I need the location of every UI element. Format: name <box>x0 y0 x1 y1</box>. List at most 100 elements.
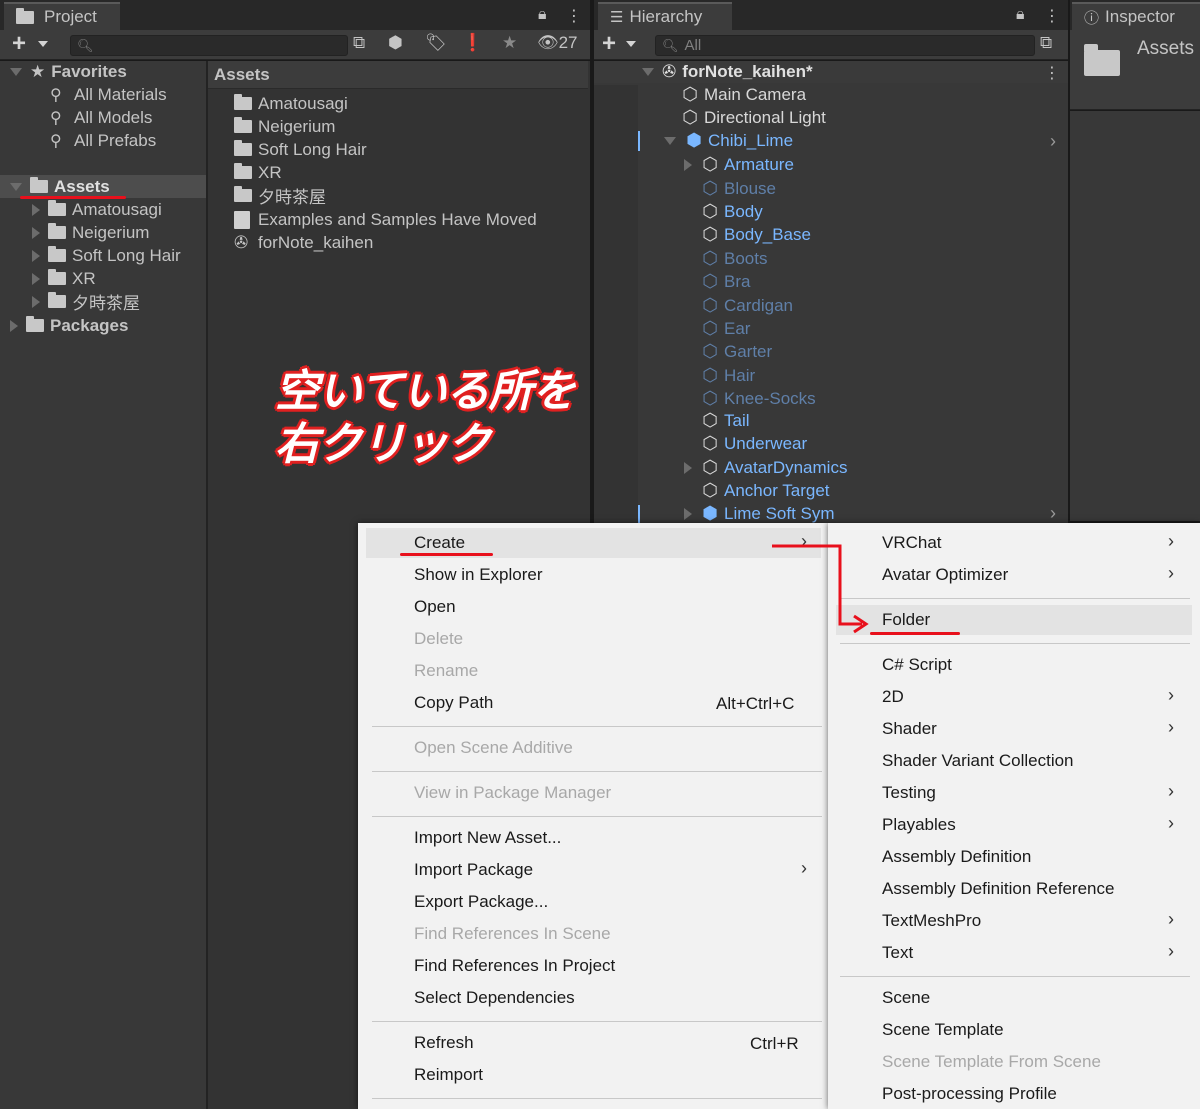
search-by-label-icon[interactable]: 🏷︎ <box>425 33 447 53</box>
menu-item-rename[interactable]: Rename <box>414 656 478 686</box>
tree-item-label: 夕時茶屋 <box>72 294 140 313</box>
scene-visibility-icon[interactable]: ⧉ <box>1040 33 1052 53</box>
hierarchy-item-cardigan[interactable]: ⬡ Cardigan <box>700 294 793 317</box>
favorite-star-icon[interactable]: ★ <box>502 33 517 53</box>
submenu-item-csharp-script[interactable]: C# Script <box>882 650 952 680</box>
kebab-menu-icon[interactable]: ⋮ <box>566 6 582 26</box>
submenu-item-testing[interactable]: Testing <box>882 778 936 808</box>
menu-item-reimport[interactable]: Reimport <box>414 1060 483 1090</box>
submenu-item-scene-template[interactable]: Scene Template <box>882 1015 1004 1045</box>
submenu-item-2d[interactable]: 2D <box>882 682 904 712</box>
tree-favorites[interactable]: ★ Favorites <box>10 60 127 83</box>
menu-item-view-in-package-manager[interactable]: View in Package Manager <box>414 778 611 808</box>
submenu-item-avatar-optimizer[interactable]: Avatar Optimizer <box>882 560 1008 590</box>
gameobject-cube-icon: ⬡ <box>682 84 698 104</box>
hierarchy-item-underwear[interactable]: ⬡ Underwear <box>700 432 807 455</box>
hierarchy-item-armature[interactable]: ⬡ Armature <box>684 153 794 176</box>
create-plus-icon[interactable]: + <box>602 30 616 58</box>
search-by-scene-icon[interactable]: ⧉ <box>353 33 365 53</box>
tree-item-yuutoki[interactable]: 夕時茶屋 <box>32 290 140 313</box>
tree-item-all-prefabs[interactable]: ⚲ All Prefabs <box>50 129 156 152</box>
submenu-item-shader-variant-collection[interactable]: Shader Variant Collection <box>882 746 1074 776</box>
tree-packages[interactable]: Packages <box>10 314 128 337</box>
hierarchy-item-tail[interactable]: ⬡ Tail <box>700 409 749 432</box>
asset-item[interactable]: Examples and Samples Have Moved <box>234 208 537 231</box>
submenu-item-folder[interactable]: Folder <box>836 605 1192 635</box>
hierarchy-search-input[interactable]: 🔍︎ All <box>655 35 1035 56</box>
hierarchy-item-hair[interactable]: ⬡ Hair <box>700 364 755 387</box>
menu-item-show-in-explorer[interactable]: Show in Explorer <box>414 560 543 590</box>
lock-icon[interactable]: 🔒︎ <box>1016 6 1025 24</box>
submenu-item-assembly-definition[interactable]: Assembly Definition <box>882 842 1031 872</box>
hierarchy-item-main-camera[interactable]: ⬡ Main Camera <box>680 83 806 106</box>
folder-large-icon <box>1084 50 1120 76</box>
asset-item[interactable]: XR <box>234 161 282 184</box>
asset-item[interactable]: Neigerium <box>234 115 335 138</box>
menu-item-export-package[interactable]: Export Package... <box>414 887 548 917</box>
hierarchy-item-knee-socks[interactable]: ⬡ Knee-Socks <box>700 387 816 410</box>
menu-item-find-references-in-scene[interactable]: Find References In Scene <box>414 919 611 949</box>
tree-item-xr[interactable]: XR <box>32 267 96 290</box>
selection-marker <box>638 131 640 151</box>
tab-project[interactable]: Project <box>4 2 120 30</box>
hierarchy-item-avatar-dynamics[interactable]: ⬡ AvatarDynamics <box>684 456 847 479</box>
hierarchy-item-body[interactable]: ⬡ Body <box>700 200 763 223</box>
folder-icon <box>234 186 252 202</box>
asset-item[interactable]: Soft Long Hair <box>234 138 367 161</box>
search-by-type-icon[interactable]: ⬢ <box>388 33 403 53</box>
menu-item-import-new-asset[interactable]: Import New Asset... <box>414 823 561 853</box>
submenu-item-textmeshpro[interactable]: TextMeshPro <box>882 906 981 936</box>
submenu-item-assembly-definition-reference[interactable]: Assembly Definition Reference <box>882 874 1114 904</box>
submenu-item-scene-template-from-scene[interactable]: Scene Template From Scene <box>882 1047 1101 1077</box>
hierarchy-item-blouse[interactable]: ⬡ Blouse <box>700 177 776 200</box>
kebab-menu-icon[interactable]: ⋮ <box>1044 6 1060 26</box>
tree-item-all-materials[interactable]: ⚲ All Materials <box>50 83 167 106</box>
menu-item-import-package[interactable]: Import Package <box>414 855 533 885</box>
submenu-item-playables[interactable]: Playables <box>882 810 956 840</box>
hierarchy-item-directional-light[interactable]: ⬡ Directional Light <box>680 106 826 129</box>
tree-item-soft-long-hair[interactable]: Soft Long Hair <box>32 244 181 267</box>
asset-item[interactable]: 夕時茶屋 <box>234 184 326 207</box>
chevron-down-icon[interactable] <box>38 41 48 47</box>
tree-assets[interactable]: Assets <box>10 175 110 198</box>
hierarchy-item-boots[interactable]: ⬡ Boots <box>700 247 767 270</box>
hierarchy-item-bra[interactable]: ⬡ Bra <box>700 270 750 293</box>
tab-hierarchy[interactable]: ☰ Hierarchy <box>598 2 732 30</box>
menu-item-copy-path[interactable]: Copy Path <box>414 688 493 718</box>
tree-item-amatousagi[interactable]: Amatousagi <box>32 198 162 221</box>
tree-item-neigerium[interactable]: Neigerium <box>32 221 149 244</box>
menu-item-label: Show in Explorer <box>414 565 543 584</box>
submenu-item-shader[interactable]: Shader <box>882 714 937 744</box>
submenu-item-vrchat[interactable]: VRChat <box>882 528 942 558</box>
hierarchy-item-lime-soft-sym[interactable]: ⬢ Lime Soft Sym <box>684 502 835 525</box>
chevron-down-icon[interactable] <box>626 41 636 47</box>
tree-item-all-models[interactable]: ⚲ All Models <box>50 106 152 129</box>
folder-icon <box>234 140 252 156</box>
chevron-right-icon[interactable]: › <box>1050 131 1056 152</box>
hierarchy-item-chibi-lime[interactable]: ⬢ Chibi_Lime <box>664 129 793 152</box>
menu-item-delete[interactable]: Delete <box>414 624 463 654</box>
submenu-item-scene[interactable]: Scene <box>882 983 930 1013</box>
hierarchy-item-ear[interactable]: ⬡ Ear <box>700 317 750 340</box>
log-types-icon[interactable]: ❗ <box>462 33 483 53</box>
hierarchy-item-anchor-target[interactable]: ⬡ Anchor Target <box>700 479 829 502</box>
scene-kebab-icon[interactable]: ⋮ <box>1044 63 1060 83</box>
project-search-input[interactable]: 🔍︎ <box>70 35 348 56</box>
menu-item-refresh[interactable]: Refresh <box>414 1028 474 1058</box>
asset-item[interactable]: ✇ forNote_kaihen <box>234 231 373 254</box>
create-plus-icon[interactable]: + <box>12 30 26 58</box>
scene-root[interactable]: ✇ forNote_kaihen* <box>642 60 813 83</box>
submenu-item-post-processing-profile[interactable]: Post-processing Profile <box>882 1079 1057 1109</box>
chevron-right-icon[interactable]: › <box>1050 503 1056 524</box>
menu-item-open-scene-additive[interactable]: Open Scene Additive <box>414 733 573 763</box>
submenu-item-text[interactable]: Text <box>882 938 913 968</box>
menu-item-find-references-in-project[interactable]: Find References In Project <box>414 951 615 981</box>
asset-item[interactable]: Amatousagi <box>234 92 348 115</box>
menu-item-select-dependencies[interactable]: Select Dependencies <box>414 983 575 1013</box>
lock-icon[interactable]: 🔒︎ <box>538 6 547 24</box>
hierarchy-item-garter[interactable]: ⬡ Garter <box>700 340 772 363</box>
tab-inspector[interactable]: ⓘ Inspector <box>1072 2 1200 30</box>
menu-item-open[interactable]: Open <box>414 592 456 622</box>
hierarchy-item-body-base[interactable]: ⬡ Body_Base <box>700 223 811 246</box>
hidden-packages-icon[interactable]: 👁︎27 <box>537 33 578 53</box>
